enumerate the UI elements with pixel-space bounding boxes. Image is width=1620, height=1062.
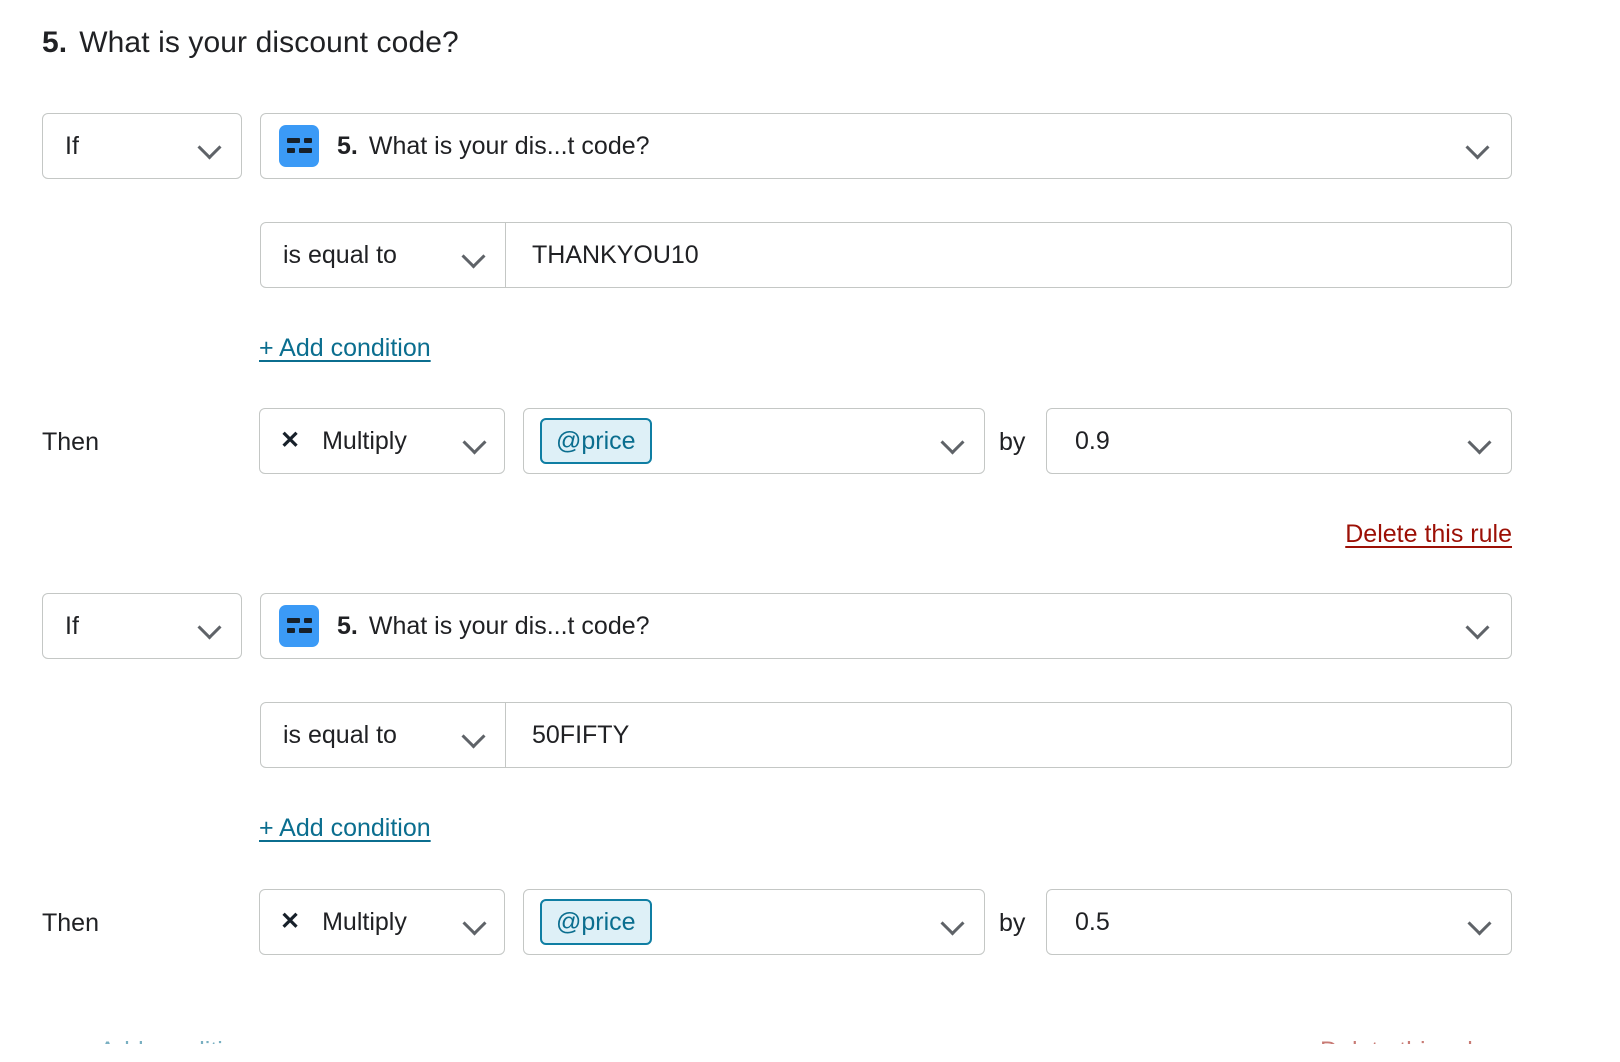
- rule-1-factor-value: 0.9: [1075, 426, 1110, 455]
- short-answer-icon: [279, 125, 319, 167]
- rule-1-operator-select[interactable]: is equal to: [260, 222, 506, 288]
- rule-1-condition-row: is equal to THANKYOU10: [260, 222, 1512, 288]
- short-answer-icon: [279, 605, 319, 647]
- rule-2-connector-label: If: [65, 611, 79, 640]
- rule-1-by-label: by: [999, 428, 1026, 456]
- chevron-down-icon: [461, 722, 487, 748]
- rule-2-connector-select[interactable]: If: [42, 593, 242, 659]
- rule-2-variable-select[interactable]: @price: [523, 889, 985, 955]
- rule-2-question-label: What is your dis...t code?: [368, 611, 650, 640]
- rule-2-math-operator-select[interactable]: ✕ Multiply: [259, 889, 505, 955]
- rule-2-factor-select[interactable]: 0.5: [1046, 889, 1512, 955]
- rule-1-operator-label: is equal to: [283, 240, 397, 269]
- rule-1-connector-label: If: [65, 131, 79, 160]
- chevron-down-icon: [197, 613, 223, 639]
- chevron-down-icon: [940, 428, 966, 454]
- rule-1-math-operator-select[interactable]: ✕ Multiply: [259, 408, 505, 474]
- chevron-down-icon: [1467, 428, 1493, 454]
- rule-2-factor-value: 0.5: [1075, 907, 1110, 936]
- chevron-down-icon: [1465, 133, 1491, 159]
- rule-2-value-input[interactable]: 50FIFTY: [506, 702, 1512, 768]
- page-title: 5. What is your discount code?: [42, 26, 459, 60]
- rule-2-operator-select[interactable]: is equal to: [260, 702, 506, 768]
- rule-2-value-text: 50FIFTY: [532, 720, 630, 749]
- rule-2-add-condition-link[interactable]: + Add condition: [259, 814, 431, 843]
- chevron-down-icon: [462, 909, 488, 935]
- question-title: What is your discount code?: [79, 26, 459, 59]
- multiply-icon: ✕: [280, 427, 301, 454]
- rule-1-question-number: 5.: [337, 131, 358, 160]
- rule-1-question-select[interactable]: 5. What is your dis...t code?: [260, 113, 1512, 179]
- chevron-down-icon: [940, 909, 966, 935]
- rule-1-variable-select[interactable]: @price: [523, 408, 985, 474]
- rule-2-variable-chip: @price: [540, 899, 652, 945]
- rule-2-by-label: by: [999, 909, 1026, 937]
- chevron-down-icon: [197, 133, 223, 159]
- multiply-icon: ✕: [280, 908, 301, 935]
- conditional-logic-panel: 5. What is your discount code? If 5. What…: [0, 0, 1620, 1062]
- rule-1-factor-select[interactable]: 0.9: [1046, 408, 1512, 474]
- rule-1-then-label: Then: [42, 428, 99, 456]
- rule-1-question-label: What is your dis...t code?: [368, 131, 650, 160]
- rule-1-value-text: THANKYOU10: [532, 240, 699, 269]
- rule-1-variable-chip: @price: [540, 418, 652, 464]
- rule-2-question-number: 5.: [337, 611, 358, 640]
- rule-1-value-input[interactable]: THANKYOU10: [506, 222, 1512, 288]
- question-number: 5.: [42, 26, 68, 59]
- rule-1-delete-link[interactable]: Delete this rule: [1345, 520, 1512, 549]
- rule-2-question-select[interactable]: 5. What is your dis...t code?: [260, 593, 1512, 659]
- chevron-down-icon: [461, 242, 487, 268]
- rule-2-operator-label: is equal to: [283, 720, 397, 749]
- rule-1-math-operator-label: Multiply: [322, 426, 407, 455]
- rule-1-add-condition-link[interactable]: + Add condition: [259, 334, 431, 363]
- rule-2-condition-row: is equal to 50FIFTY: [260, 702, 1512, 768]
- chevron-down-icon: [462, 428, 488, 454]
- rule-2-then-label: Then: [42, 909, 99, 937]
- chevron-down-icon: [1467, 909, 1493, 935]
- rule-2-math-operator-label: Multiply: [322, 907, 407, 936]
- clipped-add-condition-link[interactable]: + Add condition: [79, 1037, 539, 1044]
- chevron-down-icon: [1465, 613, 1491, 639]
- rule-1-connector-select[interactable]: If: [42, 113, 242, 179]
- clipped-delete-rule-link[interactable]: Delete this rule: [1320, 1037, 1620, 1044]
